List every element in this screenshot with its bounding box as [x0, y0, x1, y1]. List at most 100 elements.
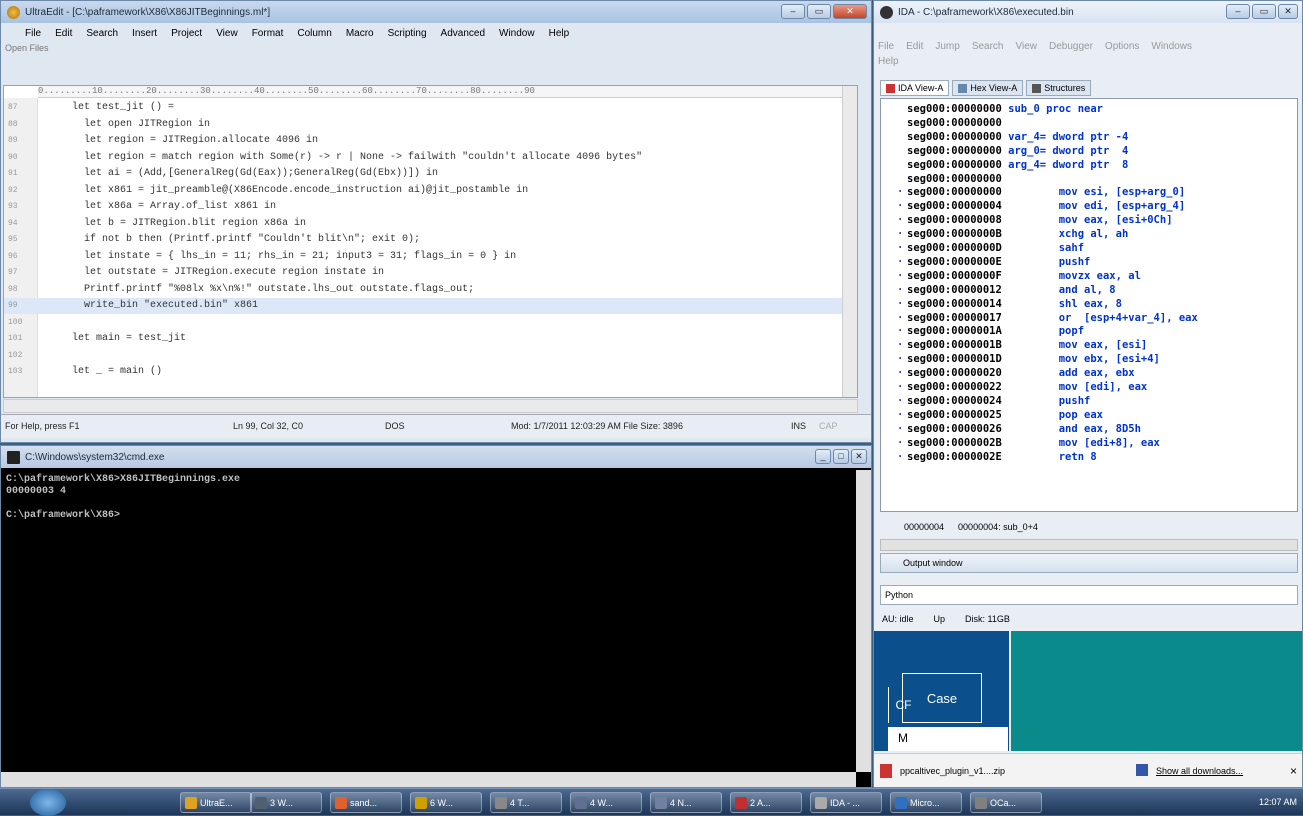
asm-line[interactable]: · seg000:00000004 mov edi, [esp+arg_4]: [897, 200, 1185, 214]
python-input[interactable]: Python: [880, 585, 1298, 605]
close-download-bar-button[interactable]: ×: [1290, 764, 1297, 778]
asm-line[interactable]: · seg000:0000000B xchg al, ah: [897, 228, 1128, 242]
asm-line[interactable]: · seg000:00000020 add eax, ebx: [897, 367, 1135, 381]
menu-advanced[interactable]: Advanced: [441, 28, 485, 39]
menu-edit[interactable]: Edit: [55, 28, 72, 39]
taskbar-item[interactable]: 2 A...: [730, 792, 802, 813]
asm-line[interactable]: · seg000:00000017 or [esp+4+var_4], eax: [897, 312, 1198, 326]
asm-line[interactable]: · seg000:00000022 mov [edi], eax: [897, 381, 1147, 395]
asm-line[interactable]: · seg000:00000025 pop eax: [897, 409, 1103, 423]
cmd-titlebar[interactable]: C:\Windows\system32\cmd.exe _ □ ✕: [1, 446, 871, 468]
menu-file[interactable]: File: [25, 28, 41, 39]
ida-close-button[interactable]: ✕: [1278, 4, 1298, 19]
maximize-button[interactable]: ▭: [807, 4, 831, 19]
taskbar-item[interactable]: UltraE...: [180, 792, 252, 813]
ida-titlebar[interactable]: IDA - C:\paframework\X86\executed.bin – …: [874, 1, 1302, 23]
asm-line[interactable]: seg000:00000000: [907, 173, 1008, 187]
minimize-button[interactable]: –: [781, 4, 805, 19]
asm-line[interactable]: · seg000:0000001D mov ebx, [esi+4]: [897, 353, 1160, 367]
tab-ida-view-a[interactable]: IDA View-A: [880, 80, 950, 96]
code-line[interactable]: 88 let open JITRegion in: [4, 117, 847, 133]
code-line[interactable]: 91 let ai = (Add,[GeneralReg(Gd(Eax));Ge…: [4, 166, 847, 182]
code-line[interactable]: 101 let main = test_jit: [4, 331, 847, 347]
menu-format[interactable]: Format: [252, 28, 284, 39]
asm-line[interactable]: · seg000:0000000F movzx eax, al: [897, 270, 1141, 284]
taskbar-item[interactable]: 3 W...: [250, 792, 322, 813]
asm-line[interactable]: · seg000:00000012 and al, 8: [897, 284, 1116, 298]
tab-hex-view-a[interactable]: Hex View-A: [952, 80, 1024, 96]
disassembly-view[interactable]: seg000:00000000 sub_0 proc near seg000:00…: [880, 98, 1298, 512]
menu-macro[interactable]: Macro: [346, 28, 374, 39]
menu-insert[interactable]: Insert: [132, 28, 157, 39]
menu-scripting[interactable]: Scripting: [388, 28, 427, 39]
asm-line[interactable]: · seg000:00000026 and eax, 8D5h: [897, 423, 1141, 437]
taskbar-item[interactable]: Micro...: [890, 792, 962, 813]
taskbar-item[interactable]: sand...: [330, 792, 402, 813]
code-line[interactable]: 89 let region = JITRegion.allocate 4096 …: [4, 133, 847, 149]
code-line[interactable]: 95 if not b then (Printf.printf "Couldn'…: [4, 232, 847, 248]
asm-line[interactable]: · seg000:0000001B mov eax, [esi]: [897, 339, 1147, 353]
taskbar-item[interactable]: OCa...: [970, 792, 1042, 813]
cmd-horizontal-scrollbar[interactable]: [1, 772, 856, 787]
taskbar-item[interactable]: IDA - ...: [810, 792, 882, 813]
asm-line[interactable]: seg000:00000000 var_4= dword ptr -4: [907, 131, 1128, 145]
tab-structures[interactable]: Structures: [1026, 80, 1092, 96]
menu-project[interactable]: Project: [171, 28, 202, 39]
code-line[interactable]: 96 let instate = { lhs_in = 11; rhs_in =…: [4, 249, 847, 265]
editor-horizontal-scrollbar[interactable]: [3, 399, 858, 413]
code-line[interactable]: 102: [4, 348, 847, 364]
code-line[interactable]: 99 write_bin "executed.bin" x861: [4, 298, 847, 314]
taskbar-item[interactable]: 4 T...: [490, 792, 562, 813]
ida-menu-view[interactable]: View: [1016, 41, 1038, 52]
cmd-minimize-button[interactable]: _: [815, 449, 831, 464]
ultraedit-titlebar[interactable]: UltraEdit - [C:\paframework\X86\X86JITBe…: [1, 1, 871, 23]
cmd-maximize-button[interactable]: □: [833, 449, 849, 464]
code-line[interactable]: 97 let outstate = JITRegion.execute regi…: [4, 265, 847, 281]
code-line[interactable]: 92 let x861 = jit_preamble@(X86Encode.en…: [4, 183, 847, 199]
menu-help[interactable]: Help: [549, 28, 570, 39]
asm-line[interactable]: seg000:00000000 arg_4= dword ptr 8: [907, 159, 1128, 173]
cmd-output[interactable]: C:\paframework\X86>X86JITBeginnings.exe …: [6, 474, 240, 522]
asm-line[interactable]: seg000:00000000 sub_0 proc near: [907, 103, 1103, 117]
code-line[interactable]: 87 let test_jit () =: [4, 100, 847, 116]
code-line[interactable]: 98 Printf.printf "%08lx %x\n%!" outstate…: [4, 282, 847, 298]
ida-maximize-button[interactable]: ▭: [1252, 4, 1276, 19]
code-line[interactable]: 94 let b = JITRegion.blit region x86a in: [4, 216, 847, 232]
start-button[interactable]: [30, 789, 66, 816]
show-all-downloads-link[interactable]: Show all downloads...: [1156, 766, 1243, 776]
asm-line[interactable]: · seg000:0000001A popf: [897, 325, 1084, 339]
taskbar-item[interactable]: 4 W...: [570, 792, 642, 813]
ida-horizontal-scrollbar[interactable]: [880, 539, 1298, 551]
code-line[interactable]: 103 let _ = main (): [4, 364, 847, 380]
ida-menu-jump[interactable]: Jump: [935, 41, 959, 52]
cmd-vertical-scrollbar[interactable]: [856, 470, 871, 772]
code-line[interactable]: 100: [4, 315, 847, 331]
asm-line[interactable]: seg000:00000000: [907, 117, 1008, 131]
ida-minimize-button[interactable]: –: [1226, 4, 1250, 19]
asm-line[interactable]: · seg000:00000014 shl eax, 8: [897, 298, 1122, 312]
asm-line[interactable]: · seg000:00000008 mov eax, [esi+0Ch]: [897, 214, 1173, 228]
menu-view[interactable]: View: [216, 28, 238, 39]
asm-line[interactable]: · seg000:0000002E retn 8: [897, 451, 1097, 465]
output-window-header[interactable]: Output window: [880, 553, 1298, 573]
menu-window[interactable]: Window: [499, 28, 535, 39]
ida-menu-windows[interactable]: Windows: [1151, 41, 1192, 52]
asm-line[interactable]: · seg000:0000000E pushf: [897, 256, 1090, 270]
code-line[interactable]: 93 let x86a = Array.of_list x861 in: [4, 199, 847, 215]
asm-line[interactable]: · seg000:00000024 pushf: [897, 395, 1090, 409]
ida-menu-help[interactable]: Help: [878, 56, 899, 67]
taskbar-item[interactable]: 4 N...: [650, 792, 722, 813]
code-editor[interactable]: 0.........10........20........30........…: [3, 85, 858, 398]
asm-line[interactable]: · seg000:0000000D sahf: [897, 242, 1084, 256]
ida-menu-edit[interactable]: Edit: [906, 41, 923, 52]
close-button[interactable]: ✕: [833, 4, 867, 19]
menu-search[interactable]: Search: [86, 28, 118, 39]
ida-menu-search[interactable]: Search: [972, 41, 1004, 52]
taskbar-item[interactable]: 6 W...: [410, 792, 482, 813]
ida-menu-file[interactable]: File: [878, 41, 894, 52]
asm-line[interactable]: seg000:00000000 arg_0= dword ptr 4: [907, 145, 1128, 159]
code-line[interactable]: 90 let region = match region with Some(r…: [4, 150, 847, 166]
asm-line[interactable]: · seg000:00000000 mov esi, [esp+arg_0]: [897, 186, 1185, 200]
menu-column[interactable]: Column: [297, 28, 331, 39]
open-files-label[interactable]: Open Files: [5, 43, 49, 53]
